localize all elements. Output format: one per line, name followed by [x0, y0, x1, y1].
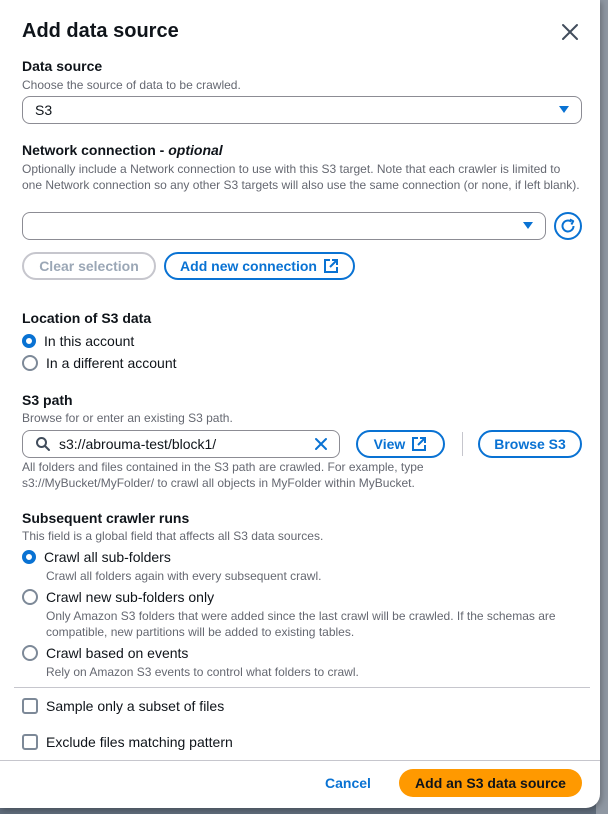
clear-selection-label: Clear selection	[39, 258, 139, 274]
caret-down-icon	[523, 222, 533, 229]
radio-checked	[22, 550, 36, 564]
checkbox-unchecked	[22, 734, 38, 750]
crawl-option-desc: Crawl all folders again with every subse…	[46, 569, 322, 583]
add-new-connection-label: Add new connection	[180, 258, 317, 274]
data-source-select[interactable]: S3	[22, 96, 582, 124]
crawler-runs-description: This field is a global field that affect…	[22, 529, 324, 543]
close-button[interactable]	[558, 20, 582, 44]
refresh-icon	[561, 218, 575, 233]
s3-path-description: Browse for or enter an existing S3 path.	[22, 411, 233, 425]
add-data-source-modal: Add data source Data source Choose the s…	[0, 0, 600, 808]
view-label: View	[373, 436, 406, 452]
crawl-option-desc: Rely on Amazon S3 events to control what…	[46, 665, 359, 679]
crawl-option-label: Crawl new sub-folders only	[46, 589, 215, 605]
data-source-value: S3	[35, 102, 53, 118]
modal-title: Add data source	[22, 20, 179, 42]
sample-subset-checkbox[interactable]: Sample only a subset of files	[22, 698, 224, 714]
button-divider	[462, 432, 463, 456]
search-icon	[36, 437, 50, 451]
network-connection-select[interactable]	[22, 212, 546, 240]
network-connection-label: Network connection - optional	[22, 142, 223, 158]
add-new-connection-button[interactable]: Add new connection	[164, 252, 355, 280]
external-link-icon	[323, 259, 338, 273]
optional-tag: optional	[168, 142, 223, 158]
caret-down-icon	[559, 106, 569, 113]
crawl-new-option[interactable]: Crawl new sub-folders only	[22, 589, 214, 605]
network-connection-label-text: Network connection -	[22, 142, 169, 158]
location-label: Location of S3 data	[22, 310, 152, 326]
crawl-option-desc: Only Amazon S3 folders that were added s…	[46, 609, 556, 639]
data-source-label: Data source	[22, 58, 103, 74]
location-option-label: In a different account	[46, 355, 177, 371]
location-option-this-account[interactable]: In this account	[22, 333, 134, 349]
browse-s3-label: Browse S3	[494, 436, 566, 452]
exclude-pattern-label: Exclude files matching pattern	[46, 734, 233, 750]
s3-path-help: All folders and files contained in the S…	[22, 460, 424, 490]
crawl-option-label: Crawl based on events	[46, 645, 189, 661]
crawler-runs-label: Subsequent crawler runs	[22, 510, 190, 526]
exclude-pattern-checkbox[interactable]: Exclude files matching pattern	[22, 734, 233, 750]
data-source-description: Choose the source of data to be crawled.	[22, 78, 241, 92]
refresh-button[interactable]	[554, 212, 582, 240]
cancel-button[interactable]: Cancel	[325, 775, 371, 791]
footer-divider	[0, 760, 600, 761]
radio-unchecked	[22, 355, 38, 371]
s3-path-label: S3 path	[22, 392, 73, 408]
location-option-label: In this account	[44, 333, 135, 349]
checkbox-unchecked	[22, 698, 38, 714]
radio-unchecked	[22, 645, 38, 661]
crawl-all-option[interactable]: Crawl all sub-folders	[22, 549, 171, 565]
view-button[interactable]: View	[356, 430, 445, 458]
s3-path-value: s3://abrouma-test/block1/	[59, 436, 217, 452]
close-icon	[562, 24, 578, 40]
radio-checked	[22, 334, 36, 348]
location-option-different-account[interactable]: In a different account	[22, 355, 177, 371]
s3-path-input[interactable]: s3://abrouma-test/block1/	[22, 430, 340, 458]
divider	[14, 687, 590, 688]
network-connection-description: Optionally include a Network connection …	[22, 162, 580, 192]
crawl-events-option[interactable]: Crawl based on events	[22, 645, 188, 661]
external-link-icon	[412, 437, 427, 451]
clear-selection-button[interactable]: Clear selection	[22, 252, 156, 280]
crawl-option-label: Crawl all sub-folders	[44, 549, 171, 565]
browse-s3-button[interactable]: Browse S3	[478, 430, 582, 458]
add-s3-data-source-button[interactable]: Add an S3 data source	[399, 769, 582, 797]
radio-unchecked	[22, 589, 38, 605]
clear-input-icon[interactable]	[313, 436, 329, 452]
sample-subset-label: Sample only a subset of files	[46, 698, 225, 714]
